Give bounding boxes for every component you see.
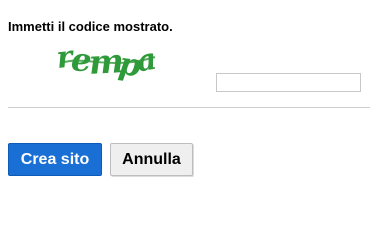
- create-site-button[interactable]: Crea sito: [8, 143, 102, 176]
- divider: [8, 107, 370, 108]
- cancel-button[interactable]: Annulla: [110, 143, 193, 176]
- captcha-image-graphic: r e m p a: [55, 39, 159, 84]
- captcha-image: r e m p a: [55, 37, 160, 85]
- create-site-captcha-form: Immetti il codice mostrato. r e m p a Cr…: [0, 0, 370, 200]
- captcha-code-input[interactable]: [216, 73, 361, 92]
- captcha-prompt: Immetti il codice mostrato.: [8, 19, 173, 34]
